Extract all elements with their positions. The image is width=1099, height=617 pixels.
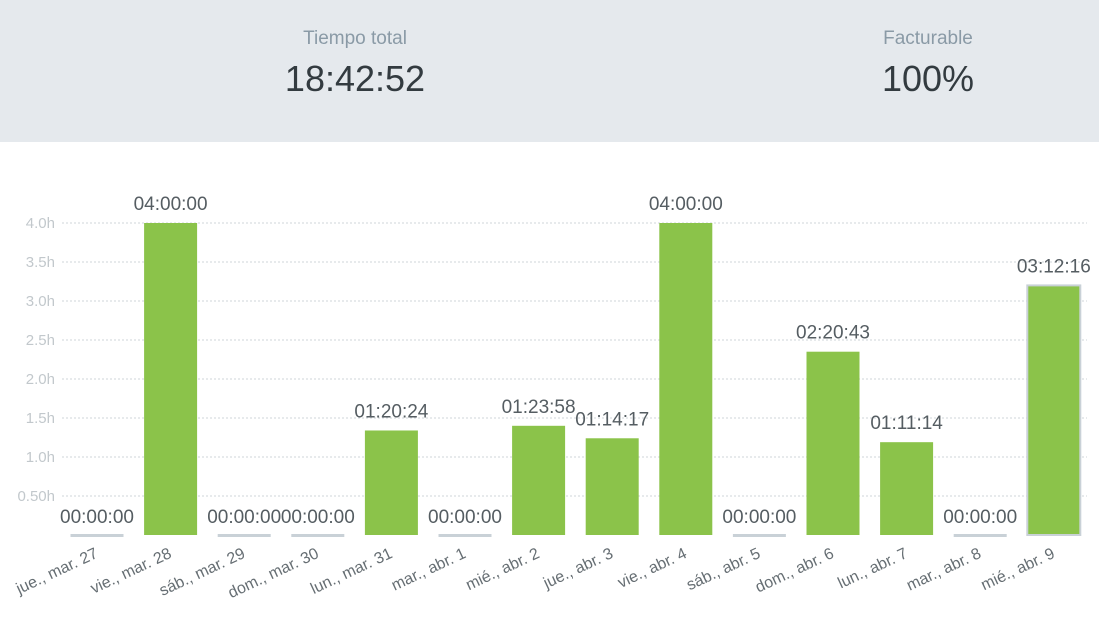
x-tick-label: lun., abr. 7 bbox=[835, 545, 910, 592]
bar-value-label: 00:00:00 bbox=[428, 507, 502, 528]
bar bbox=[585, 438, 639, 535]
y-tick-label: 1.5h bbox=[26, 410, 55, 427]
y-tick-label: 3.5h bbox=[26, 254, 55, 271]
billable-label: Facturable bbox=[883, 28, 973, 49]
bar bbox=[217, 534, 271, 537]
x-tick-label: dom., abr. 6 bbox=[753, 545, 837, 596]
bar-value-label: 01:23:58 bbox=[502, 397, 576, 418]
billable-stat: Facturable 100% bbox=[778, 28, 1078, 100]
bar bbox=[438, 534, 492, 537]
bar-value-label: 00:00:00 bbox=[281, 507, 355, 528]
bar-value-label: 01:11:14 bbox=[870, 413, 943, 434]
bar-value-label: 03:12:16 bbox=[1017, 256, 1091, 277]
bar-value-label: 01:14:17 bbox=[575, 409, 649, 430]
x-tick-label: jue., mar. 27 bbox=[13, 545, 101, 598]
bar-value-label: 00:00:00 bbox=[943, 507, 1017, 528]
x-tick-label: mié., abr. 9 bbox=[979, 545, 1058, 594]
bar-value-label: 00:00:00 bbox=[207, 507, 281, 528]
y-tick-label: 2.5h bbox=[26, 332, 55, 349]
bar-value-label: 01:20:24 bbox=[354, 401, 428, 422]
bar-value-label: 02:20:43 bbox=[796, 323, 870, 344]
bar-value-label: 00:00:00 bbox=[60, 507, 134, 528]
x-tick-label: mar., abr. 1 bbox=[389, 545, 469, 594]
bar bbox=[659, 223, 713, 535]
x-tick-label: sáb., abr. 5 bbox=[684, 545, 763, 594]
bar bbox=[953, 534, 1007, 537]
bar bbox=[732, 534, 786, 537]
total-time-label: Tiempo total bbox=[303, 28, 407, 49]
bar bbox=[291, 534, 345, 537]
bar bbox=[806, 351, 860, 535]
y-tick-label: 0.50h bbox=[17, 488, 55, 505]
y-tick-label: 2.0h bbox=[26, 371, 55, 388]
x-tick-label: vie., abr. 4 bbox=[615, 545, 689, 592]
bar bbox=[512, 425, 566, 535]
billable-value: 100% bbox=[881, 58, 975, 99]
bar-value-label: 04:00:00 bbox=[649, 194, 723, 215]
total-time-stat: Tiempo total 18:42:52 bbox=[205, 28, 505, 100]
x-tick-label: jue., abr. 3 bbox=[540, 545, 616, 592]
bar bbox=[364, 430, 418, 535]
bar-value-label: 00:00:00 bbox=[722, 507, 796, 528]
daily-hours-bar-chart: 0.50h 1.0h 1.5h 2.0h 2.5h 3.0h 3.5h 4.0h 00:00:0… bbox=[13, 194, 1091, 602]
y-tick-label: 4.0h bbox=[26, 215, 55, 232]
bar bbox=[70, 534, 124, 537]
bar-value-label: 04:00:00 bbox=[134, 194, 208, 215]
x-tick-label: lun., mar. 31 bbox=[308, 545, 395, 598]
bar bbox=[1026, 284, 1082, 536]
y-tick-label: 1.0h bbox=[26, 449, 55, 466]
total-time-value: 18:42:52 bbox=[284, 58, 426, 99]
y-tick-label: 3.0h bbox=[26, 293, 55, 310]
summary-panel: Tiempo total 18:42:52 Facturable 100% bbox=[0, 0, 1099, 142]
bar bbox=[144, 223, 198, 535]
x-tick-label: mié., abr. 2 bbox=[463, 545, 542, 594]
x-tick-label: mar., abr. 8 bbox=[904, 545, 984, 594]
bar bbox=[880, 442, 934, 535]
